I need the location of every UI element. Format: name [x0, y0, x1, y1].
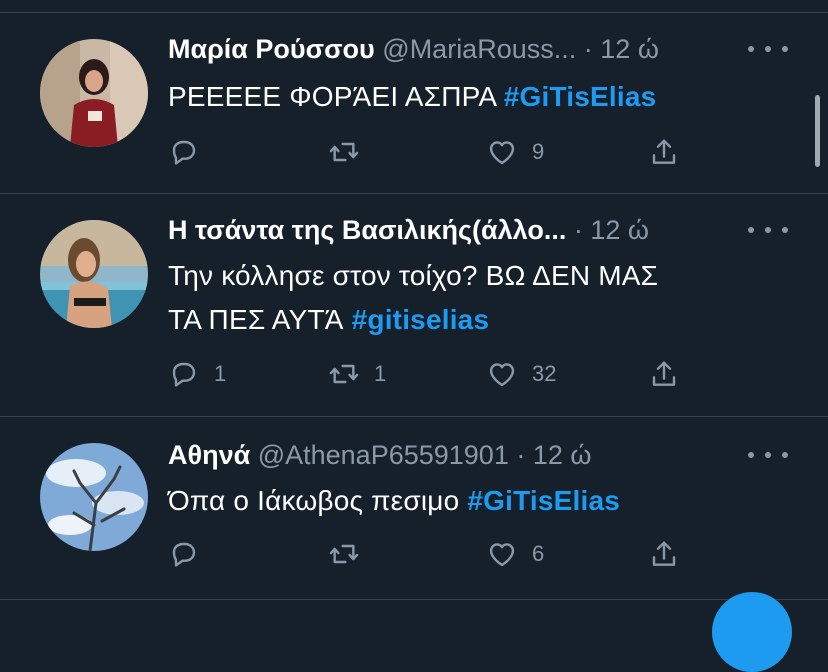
tweet-time[interactable]: 12 ώ [590, 215, 649, 245]
reply-count: 1 [214, 361, 227, 386]
reply-button[interactable] [168, 536, 214, 572]
hashtag-link[interactable]: #GiTisElias [504, 81, 657, 112]
avatar-photo [40, 443, 148, 551]
avatar-photo [40, 39, 148, 147]
retweet-count: 1 [374, 361, 387, 386]
tweet-text-plain: ΤΑ ΠΕΣ ΑΥΤΆ [168, 304, 352, 335]
avatar[interactable] [40, 443, 148, 551]
tweet-card[interactable]: Μαρία Ρούσσου @MariaRouss... · 12 ώ ΡΕΕΕ… [0, 13, 828, 193]
tweet-card[interactable]: Αθηνά @AthenaP65591901 · 12 ώ Όπα ο Ιάκω… [0, 417, 828, 599]
user-handle[interactable]: @AthenaP65591901 [258, 440, 509, 470]
separator-dot: · [583, 34, 593, 64]
reply-icon [168, 358, 200, 390]
display-name[interactable]: Η τσάντα της Βασιλικής(άλλο... [168, 215, 566, 245]
tweet-text-line: Την κόλλησε στον τοίχο? ΒΩ ΔΕΝ ΜΑΣ [168, 256, 788, 296]
like-icon [486, 538, 518, 570]
hashtag-link[interactable]: #GiTisElias [467, 485, 620, 516]
tweet-header: Η τσάντα της Βασιλικής(άλλο... · 12 ώ [168, 212, 768, 248]
tweet-text-line: Όπα ο Ιάκωβος πεσιμο #GiTisElias [168, 481, 788, 521]
tweet-text-line: ΤΑ ΠΕΣ ΑΥΤΆ #gitiselias [168, 300, 788, 340]
retweet-icon [328, 538, 360, 570]
share-icon [648, 136, 680, 168]
reply-button[interactable] [168, 134, 214, 170]
like-icon [486, 136, 518, 168]
reply-icon [168, 136, 200, 168]
tweet-text: Την κόλλησε στον τοίχο? ΒΩ ΔΕΝ ΜΑΣ ΤΑ ΠΕ… [168, 256, 788, 340]
timeline-feed: Μαρία Ρούσσου @MariaRouss... · 12 ώ ΡΕΕΕ… [0, 0, 828, 672]
reply-button[interactable]: 1 [168, 356, 226, 392]
retweet-button[interactable] [328, 134, 374, 170]
tweet-actions: 1 1 32 [168, 356, 708, 392]
more-icon[interactable] [748, 215, 788, 245]
share-button[interactable] [648, 134, 680, 170]
tweet-actions: 6 [168, 536, 708, 572]
tweet-actions: 9 [168, 134, 708, 170]
tweet-text: ΡΕΕΕΕΕ ΦΟΡΆΕΙ ΑΣΠΡΑ #GiTisElias [168, 77, 788, 117]
display-name[interactable]: Μαρία Ρούσσου [168, 34, 375, 64]
retweet-button[interactable] [328, 536, 374, 572]
scrollbar-thumb[interactable] [815, 95, 820, 167]
like-button[interactable]: 32 [486, 356, 556, 392]
retweet-button[interactable]: 1 [328, 356, 386, 392]
reply-icon [168, 538, 200, 570]
retweet-icon [328, 358, 360, 390]
like-button[interactable]: 9 [486, 134, 544, 170]
tweet-text-line: ΡΕΕΕΕΕ ΦΟΡΆΕΙ ΑΣΠΡΑ #GiTisElias [168, 77, 788, 117]
avatar[interactable] [40, 39, 148, 147]
tweet-time[interactable]: 12 ώ [533, 440, 592, 470]
more-icon[interactable] [748, 34, 788, 64]
tweet-text-plain: Όπα ο Ιάκωβος πεσιμο [168, 485, 468, 516]
like-button[interactable]: 6 [486, 536, 544, 572]
tweet-divider [0, 599, 828, 600]
like-count: 6 [532, 541, 545, 566]
display-name[interactable]: Αθηνά [168, 440, 250, 470]
user-handle[interactable]: @MariaRouss... [382, 34, 576, 64]
share-button[interactable] [648, 356, 680, 392]
tweet-time[interactable]: 12 ώ [600, 34, 659, 64]
share-icon [648, 538, 680, 570]
share-button[interactable] [648, 536, 680, 572]
compose-tweet-button[interactable] [712, 592, 792, 672]
share-icon [648, 358, 680, 390]
tweet-text: Όπα ο Ιάκωβος πεσιμο #GiTisElias [168, 481, 788, 521]
tweet-text-plain: Την κόλλησε στον τοίχο? ΒΩ ΔΕΝ ΜΑΣ [168, 260, 659, 291]
avatar-photo [40, 220, 148, 328]
more-icon[interactable] [748, 440, 788, 470]
tweet-header: Μαρία Ρούσσου @MariaRouss... · 12 ώ [168, 31, 768, 67]
like-count: 9 [532, 139, 545, 164]
tweet-header: Αθηνά @AthenaP65591901 · 12 ώ [168, 437, 768, 473]
like-count: 32 [532, 361, 557, 386]
tweet-text-plain: ΡΕΕΕΕΕ ΦΟΡΆΕΙ ΑΣΠΡΑ [168, 81, 504, 112]
avatar[interactable] [40, 220, 148, 328]
retweet-icon [328, 136, 360, 168]
tweet-card[interactable]: Η τσάντα της Βασιλικής(άλλο... · 12 ώ Τη… [0, 194, 828, 416]
separator-dot: · [516, 440, 526, 470]
separator-dot: · [573, 215, 583, 245]
hashtag-link[interactable]: #gitiselias [352, 304, 490, 335]
like-icon [486, 358, 518, 390]
